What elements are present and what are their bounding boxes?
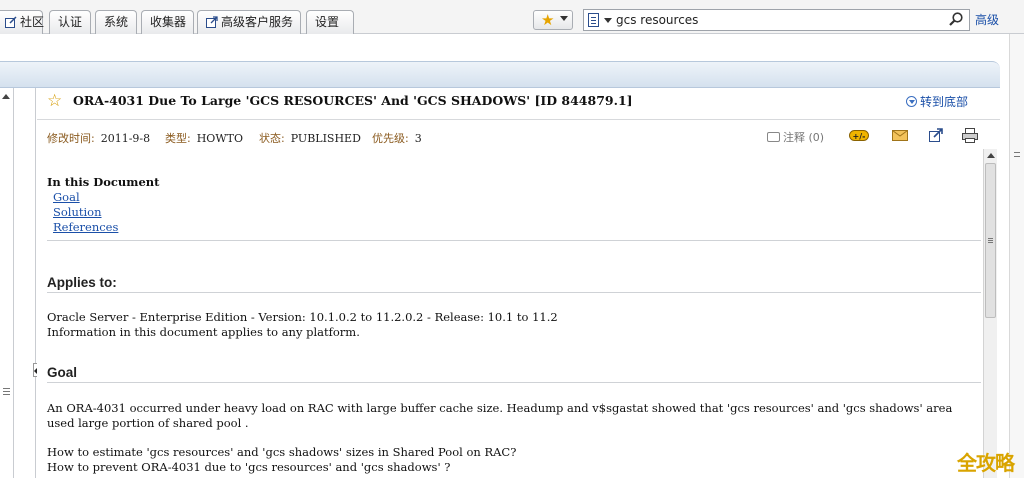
document-scrollbar[interactable] [983,149,997,478]
notes-label: 注释 [783,131,805,144]
search-box [583,9,970,31]
divider [47,292,981,293]
jump-to-bottom-link[interactable]: 转到底部 [906,93,968,110]
goal-heading: Goal [47,365,78,380]
search-input[interactable] [616,11,936,29]
tab-label: 收集器 [150,15,187,29]
scrollbar-thumb[interactable] [985,163,996,318]
scroll-up-icon[interactable] [987,153,995,158]
tab-settings[interactable]: 设置 [306,10,354,34]
goal-paragraph: An ORA-4031 occurred under heavy load on… [47,401,953,430]
meta-status: 状态: PUBLISHED [259,130,361,146]
favorites-button[interactable]: ★ [533,10,573,30]
print-icon[interactable] [960,128,980,143]
divider [47,382,981,383]
applies-to-heading: Applies to: [47,275,117,290]
notes-link[interactable]: 注释 (0) [767,129,824,145]
meta-value: PUBLISHED [290,132,361,145]
watermark-text: 全攻略 [957,451,1015,475]
chevron-down-icon[interactable] [604,18,612,23]
meta-key: 优先级: [372,132,409,145]
tab-community[interactable]: 社区 [0,10,45,34]
toc-link-goal[interactable]: Goal [53,190,80,204]
panel-header-bar [0,61,1000,88]
window-scrollbar[interactable] [1009,34,1024,478]
top-tab-bar: 社区 认证 系统 收集器 高级客户服务 设置 ★ 高级 [0,0,1024,34]
meta-modified: 修改时间: 2011-9-8 [47,130,150,146]
meta-value: 3 [414,132,422,145]
meta-key: 修改时间: [47,132,95,145]
document-title: ORA-4031 Due To Large 'GCS RESOURCES' An… [73,93,633,108]
applies-line: Oracle Server - Enterprise Edition - Ver… [47,310,558,324]
tab-label: 认证 [58,15,83,29]
tab-advanced-support[interactable]: 高级客户服务 [197,10,301,34]
comment-icon [767,132,780,142]
divider [47,240,981,241]
goal-question: How to estimate 'gcs resources' and 'gcs… [47,445,517,459]
pane-splitter[interactable] [14,88,39,478]
open-window-icon[interactable] [926,128,946,143]
arrow-down-circle-icon [906,96,917,107]
meta-priority: 优先级: 3 [372,130,422,146]
toc-heading: In this Document [47,175,160,189]
meta-type: 类型: HOWTO [165,130,243,146]
search-icon[interactable] [949,12,963,26]
left-pane [0,88,14,478]
scrollbar-grip[interactable] [3,388,10,395]
tab-collector[interactable]: 收集器 [141,10,194,34]
toc-link-references[interactable]: References [53,220,118,234]
document-content: In this Document Goal Solution Reference… [37,149,983,478]
notes-count: (0) [808,131,825,144]
tab-system[interactable]: 系统 [95,10,137,34]
advanced-search-link[interactable]: 高级 [975,11,999,28]
applies-line: Information in this document applies to … [47,325,360,339]
document-title-row: ☆ ORA-4031 Due To Large 'GCS RESOURCES' … [37,88,1000,120]
tab-certification[interactable]: 认证 [49,10,91,34]
document-icon[interactable] [588,13,599,27]
toc-link-solution[interactable]: Solution [53,205,102,219]
tab-label: 高级客户服务 [221,15,294,29]
jump-to-bottom-label: 转到底部 [920,95,969,109]
tab-label: 社区 [20,15,45,29]
external-link-icon [206,16,218,28]
chevron-down-icon [560,16,568,21]
email-icon[interactable] [890,128,910,143]
meta-value: 2011-9-8 [100,132,151,145]
star-icon: ★ [541,11,555,29]
meta-value: HOWTO [196,132,243,145]
meta-key: 类型: [165,132,191,145]
favorite-star-icon[interactable]: ☆ [47,91,62,111]
tab-label: 设置 [315,15,340,29]
tab-label: 系统 [104,15,129,29]
document-panel: ☆ ORA-4031 Due To Large 'GCS RESOURCES' … [37,88,1000,478]
scrollbar-grip[interactable] [1014,152,1020,157]
rate-icon[interactable]: +/- [849,128,869,143]
svg-text:+/-: +/- [853,132,866,141]
scroll-up-icon[interactable] [2,94,10,99]
document-meta-row: 修改时间: 2011-9-8 类型: HOWTO 状态: PUBLISHED 优先级:… [37,121,1000,149]
edit-icon [5,16,17,28]
goal-question: How to prevent ORA-4031 due to 'gcs reso… [47,460,451,474]
meta-key: 状态: [259,132,285,145]
